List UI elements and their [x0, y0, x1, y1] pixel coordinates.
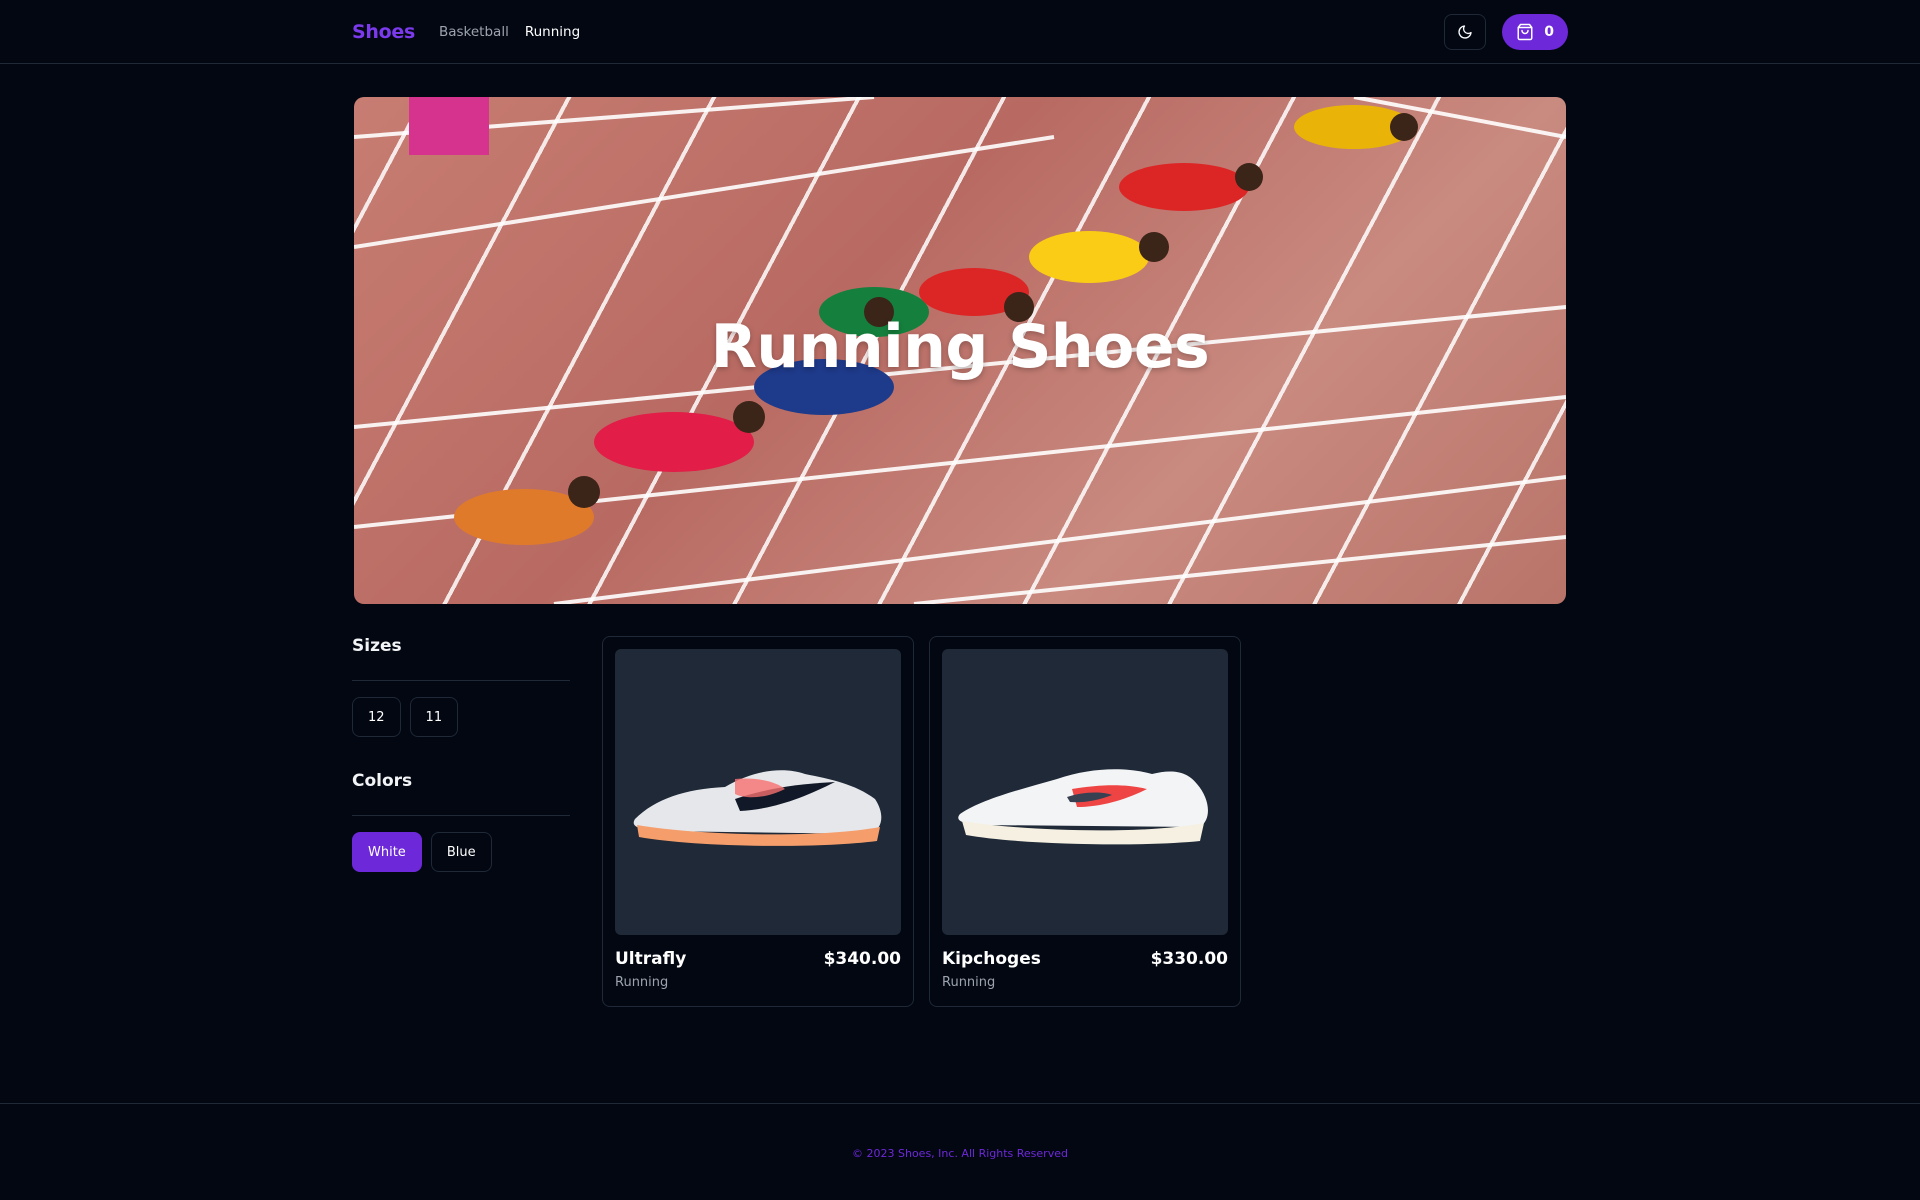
product-name: Ultrafly	[615, 949, 687, 969]
colors-filter-title: Colors	[352, 771, 413, 791]
moon-icon	[1458, 25, 1472, 39]
product-price: $330.00	[1150, 949, 1228, 969]
product-image	[615, 649, 901, 935]
hero-billboard: Running Shoes	[354, 97, 1566, 604]
product-name: Kipchoges	[942, 949, 1041, 969]
header-inner: Shoes Basketball Running 0	[352, 0, 1568, 64]
colors-divider	[352, 815, 570, 816]
filters-sidebar: Sizes 12 11 Colors White Blue	[352, 636, 570, 872]
site-footer: © 2023 Shoes, Inc. All Rights Reserved	[0, 1103, 1920, 1200]
size-option-11[interactable]: 11	[409, 697, 459, 737]
nav-link-running[interactable]: Running	[525, 24, 580, 40]
running-shoe-image	[958, 769, 1208, 845]
site-header: Shoes Basketball Running 0	[0, 0, 1920, 64]
copyright-text: © 2023 Shoes, Inc. All Rights Reserved	[852, 1147, 1068, 1160]
sizes-filter-title: Sizes	[352, 636, 402, 656]
shopping-bag-icon	[1517, 23, 1533, 41]
color-option-white[interactable]: White	[352, 832, 422, 872]
product-price: $340.00	[823, 949, 901, 969]
sizes-divider	[352, 680, 570, 681]
sizes-options: 12 11	[352, 697, 570, 737]
product-card[interactable]: Ultrafly $340.00 Running	[602, 636, 914, 1007]
theme-toggle-button[interactable]	[1444, 14, 1487, 50]
product-category: Running	[942, 975, 996, 990]
product-card[interactable]: Kipchoges $330.00 Running	[929, 636, 1241, 1007]
product-category: Running	[615, 975, 669, 990]
brand-logo-link[interactable]: Shoes	[352, 21, 415, 43]
size-option-12[interactable]: 12	[352, 697, 401, 737]
nav-link-basketball[interactable]: Basketball	[439, 24, 509, 40]
running-shoe-image	[633, 770, 882, 846]
hero-title: Running Shoes	[710, 312, 1210, 382]
colors-options: White Blue	[352, 832, 570, 872]
cart-button[interactable]: 0	[1502, 14, 1568, 50]
header-actions: 0	[1444, 14, 1568, 50]
product-image	[942, 649, 1228, 935]
sizes-filter: Sizes 12 11	[352, 636, 570, 737]
colors-filter: Colors White Blue	[352, 771, 570, 872]
color-option-blue[interactable]: Blue	[430, 832, 492, 872]
cart-count: 0	[1544, 24, 1554, 40]
